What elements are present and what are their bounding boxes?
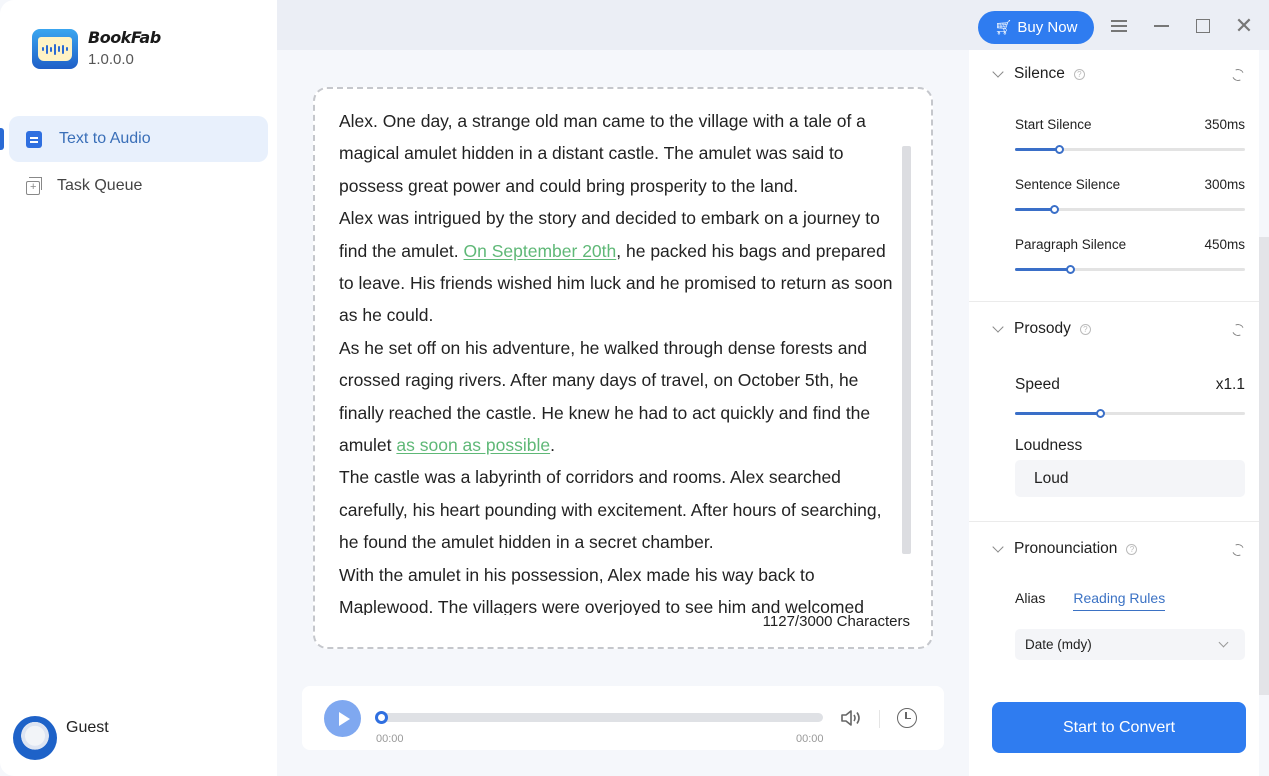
buy-now-label: Buy Now <box>1017 19 1078 36</box>
maximize-icon[interactable] <box>1188 12 1218 40</box>
slider-thumb[interactable] <box>1050 205 1060 214</box>
speed-value: x1.1 <box>1215 376 1245 393</box>
slider-thumb[interactable] <box>1054 145 1064 154</box>
sidebar-item-text-to-audio[interactable]: Text to Audio <box>0 116 268 162</box>
reading-rule-highlight[interactable]: On September 20th <box>464 241 617 261</box>
start-silence-label: Start Silence <box>1015 117 1092 132</box>
buy-now-button[interactable]: 🛒︎ Buy Now <box>978 11 1094 44</box>
volume-icon[interactable] <box>839 707 863 729</box>
chevron-down-icon <box>1218 637 1229 648</box>
editor-paragraph: Alex. One day, a strange old man came to… <box>339 105 905 202</box>
clock-icon[interactable] <box>897 708 917 728</box>
section-divider <box>969 301 1259 302</box>
app-logo-icon <box>32 29 78 69</box>
start-silence-value: 350ms <box>1204 117 1245 132</box>
paragraph-silence-value: 450ms <box>1204 237 1245 252</box>
editor-paragraph: With the amulet in his possession, Alex … <box>339 559 905 615</box>
minimize-icon[interactable] <box>1146 12 1176 40</box>
task-queue-icon: + <box>26 177 42 195</box>
section-divider <box>969 521 1259 522</box>
user-profile[interactable]: Guest <box>13 716 109 760</box>
sentence-silence-label: Sentence Silence <box>1015 177 1121 192</box>
editor-scrollbar[interactable] <box>902 146 911 554</box>
section-title: Silence <box>1014 65 1065 82</box>
reset-icon[interactable] <box>1230 67 1246 83</box>
reading-rule-highlight[interactable]: as soon as possible <box>396 435 550 455</box>
slider-thumb[interactable] <box>1066 265 1076 274</box>
tab-alias[interactable]: Alias <box>1015 590 1045 611</box>
app-name: BookFab <box>88 28 161 47</box>
help-icon[interactable]: ? <box>1079 323 1091 335</box>
help-icon[interactable]: ? <box>1126 543 1138 555</box>
speed-label: Speed <box>1015 376 1060 393</box>
paragraph-silence-label: Paragraph Silence <box>1015 237 1127 252</box>
editor-content[interactable]: Alex. One day, a strange old man came to… <box>339 105 905 615</box>
settings-scrollbar[interactable] <box>1259 237 1269 695</box>
reset-icon[interactable] <box>1230 322 1246 338</box>
editor-paragraph: The castle was a labyrinth of corridors … <box>339 461 905 558</box>
settings-panel: Silence ? Start Silence 350ms Sentence S… <box>969 50 1259 776</box>
help-icon[interactable]: ? <box>1073 68 1085 80</box>
sidebar-nav: Text to Audio + Task Queue <box>0 116 268 210</box>
section-title: Prosody <box>1014 320 1071 337</box>
speed-slider[interactable] <box>1015 409 1245 418</box>
current-time: 00:00 <box>376 733 404 745</box>
sidebar: BookFab 1.0.0.0 Text to Audio + Task Que… <box>0 0 277 776</box>
chevron-down-icon[interactable] <box>992 65 1004 78</box>
tab-reading-rules[interactable]: Reading Rules <box>1073 590 1166 611</box>
chevron-down-icon[interactable] <box>992 540 1004 553</box>
menu-icon[interactable] <box>1104 12 1134 40</box>
audio-player: 00:00 00:00 <box>302 686 944 750</box>
text-segment: Alex. One day, a strange old man came to… <box>339 111 866 196</box>
playback-progress-thumb[interactable] <box>375 711 388 724</box>
silence-section-header[interactable]: Silence ? <box>992 64 1085 84</box>
cart-icon: 🛒︎ <box>994 19 1013 35</box>
character-count: 1127/3000 Characters <box>762 613 910 630</box>
sidebar-item-label: Task Queue <box>57 177 143 194</box>
reading-rule-value: Date (mdy) <box>1025 637 1092 652</box>
start-convert-button[interactable]: Start to Convert <box>992 702 1246 753</box>
editor-paragraph: Alex was intrigued by the story and deci… <box>339 202 905 332</box>
divider <box>879 710 880 728</box>
sentence-silence-slider[interactable] <box>1015 205 1245 214</box>
reset-icon[interactable] <box>1230 542 1246 558</box>
playback-progress-slider[interactable] <box>375 711 823 724</box>
pronunciation-section-header[interactable]: Pronounciation ? <box>992 539 1138 559</box>
text-editor[interactable]: Alex. One day, a strange old man came to… <box>313 87 933 649</box>
section-title: Pronounciation <box>1014 540 1118 557</box>
text-segment: The castle was a labyrinth of corridors … <box>339 467 882 553</box>
slider-thumb[interactable] <box>1096 409 1106 418</box>
document-icon <box>26 130 42 148</box>
prosody-section-header[interactable]: Prosody ? <box>992 319 1091 339</box>
username: Guest <box>66 719 109 736</box>
avatar[interactable] <box>13 716 57 760</box>
chevron-down-icon[interactable] <box>992 320 1004 333</box>
close-icon[interactable]: ✕ <box>1229 12 1259 40</box>
paragraph-silence-slider[interactable] <box>1015 265 1245 274</box>
start-silence-slider[interactable] <box>1015 145 1245 154</box>
sidebar-item-task-queue[interactable]: + Task Queue <box>9 163 268 209</box>
sidebar-item-label: Text to Audio <box>59 130 151 147</box>
text-segment: With the amulet in his possession, Alex … <box>339 564 864 615</box>
brand: BookFab 1.0.0.0 <box>32 29 161 71</box>
loudness-select[interactable]: Loud <box>1015 460 1245 497</box>
pronunciation-tabs: Alias Reading Rules <box>1015 590 1193 611</box>
app-version: 1.0.0.0 <box>88 51 134 68</box>
reading-rule-select[interactable]: Date (mdy) <box>1015 629 1245 660</box>
editor-paragraph: As he set off on his adventure, he walke… <box>339 332 905 462</box>
sentence-silence-value: 300ms <box>1204 177 1245 192</box>
total-time: 00:00 <box>796 733 824 745</box>
play-icon <box>338 711 350 726</box>
text-segment: . <box>550 435 555 456</box>
play-button[interactable] <box>324 700 361 737</box>
loudness-label: Loudness <box>1015 437 1083 454</box>
